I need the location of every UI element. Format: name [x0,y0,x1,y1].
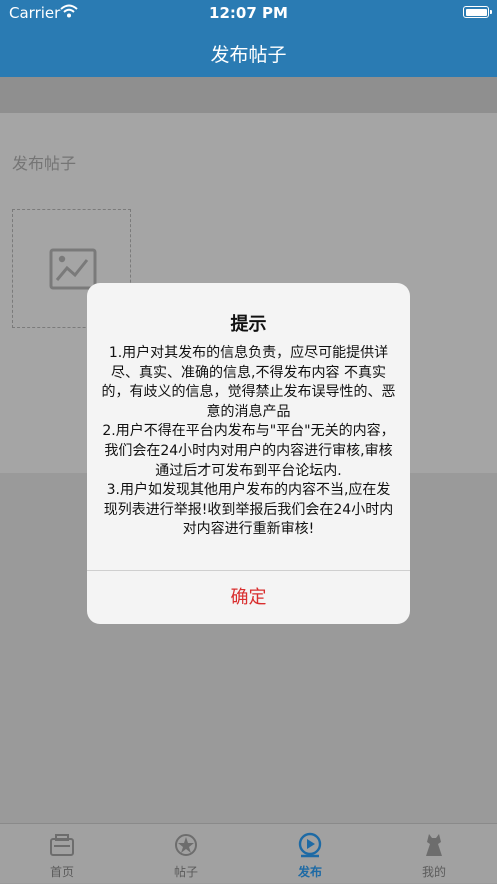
publish-icon [298,832,322,858]
tab-profile[interactable]: 我的 [372,824,496,884]
alert-title: 提示 [230,314,267,335]
alert-message: 1.用户对其发布的信息负责，应尽可能提供详尽、真实、准确的信息,不得发布内容 不… [101,344,396,540]
tab-posts-label: 帖子 [173,865,198,879]
tab-publish-label: 发布 [297,865,322,879]
alert-message-line: 2.用户不得在平台内发布与"平台"无关的内容，我们会在24小时内对用户的内容进行… [102,423,395,479]
profile-icon [426,834,442,856]
posts-icon [175,834,197,856]
tab-posts[interactable]: 帖子 [124,824,248,884]
tab-bar: 首页 帖子 发布 我的 [0,823,497,883]
tab-home-label: 首页 [49,865,74,879]
alert-message-line: 1.用户对其发布的信息负责，应尽可能提供详尽、真实、准确的信息,不得发布内容 不… [101,345,396,420]
tab-home[interactable]: 首页 [0,824,124,884]
tab-publish[interactable]: 发布 [248,824,372,884]
home-icon [50,834,74,856]
alert-dialog: 提示 1.用户对其发布的信息负责，应尽可能提供详尽、真实、准确的信息,不得发布内… [87,283,410,624]
confirm-button[interactable]: 确定 [87,571,410,624]
tab-profile-label: 我的 [421,865,446,879]
alert-message-line: 3.用户如发现其他用户发布的内容不当,应在发现列表进行举报!收到举报后我们会在2… [103,482,394,538]
